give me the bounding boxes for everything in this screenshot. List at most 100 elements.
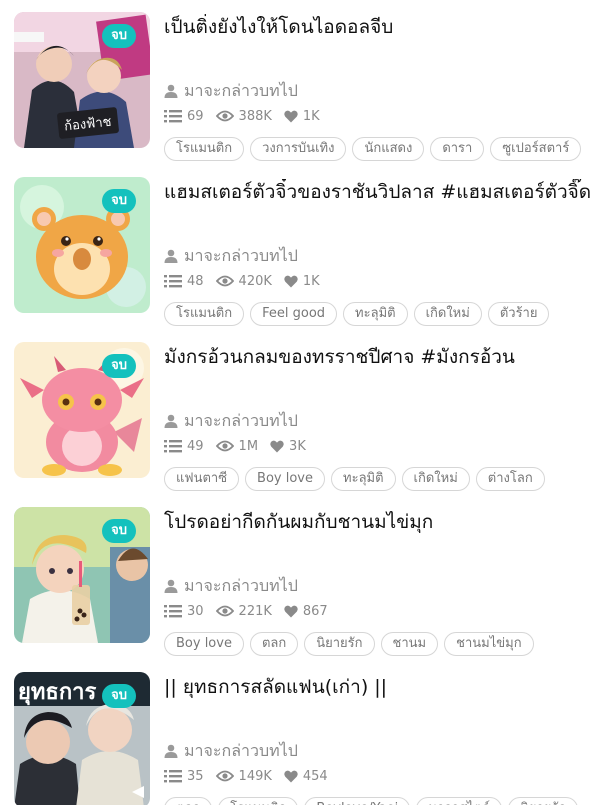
novel-title[interactable]: โปรดอย่ากีดกันผมกับชานมไข่มุก bbox=[164, 509, 604, 535]
tag-chip[interactable]: วงการบันเทิง bbox=[250, 137, 347, 161]
novel-stats: 30 221K 867 bbox=[164, 601, 340, 621]
tag-chip[interactable]: ตลก bbox=[249, 632, 299, 656]
tag-list: โรแมนติก Feel good ทะลุมิติ เกิดใหม่ ตัว… bbox=[164, 302, 555, 326]
novel-cover-image[interactable]: จบ bbox=[14, 342, 150, 478]
view-count: 149K bbox=[238, 768, 272, 784]
tag-chip[interactable]: โรแมนติก bbox=[164, 302, 245, 326]
tag-chip[interactable]: โรแมนติก bbox=[218, 797, 299, 805]
novel-stats: 69 388K 1K bbox=[164, 106, 332, 126]
tag-chip[interactable]: เกิดใหม่ bbox=[413, 302, 482, 326]
novel-author[interactable]: มาจะกล่าวบทไป bbox=[164, 575, 298, 597]
novel-title[interactable]: แฮมสเตอร์ตัวจิ๋วของราชันวิปลาส #แฮมสเตอร… bbox=[164, 179, 604, 205]
tag-list: โรแมนติก วงการบันเทิง นักแสดง ดารา ซูเปอ… bbox=[164, 137, 587, 161]
heart-icon bbox=[284, 770, 298, 782]
tag-chip[interactable]: Boy love bbox=[245, 467, 326, 491]
novel-title[interactable]: || ยุทธการสลัดแฟน(เก่า) || bbox=[164, 674, 604, 700]
chapter-count: 35 bbox=[187, 768, 204, 784]
like-count: 454 bbox=[302, 768, 328, 784]
novel-card[interactable]: ก้องฟ้าช จบ เป็นติ่งยังไงให้โดนไอดอลจีบ … bbox=[0, 12, 609, 162]
novel-author[interactable]: มาจะกล่าวบทไป bbox=[164, 245, 298, 267]
chapter-list-icon bbox=[164, 110, 182, 123]
completed-badge: จบ bbox=[102, 24, 136, 48]
novel-card[interactable]: จบ แฮมสเตอร์ตัวจิ๋วของราชันวิปลาส #แฮมสเ… bbox=[0, 177, 609, 327]
completed-badge: จบ bbox=[102, 519, 136, 543]
tag-chip[interactable]: Feel good bbox=[250, 302, 338, 326]
user-icon bbox=[164, 414, 178, 428]
like-count: 3K bbox=[289, 438, 306, 454]
user-icon bbox=[164, 744, 178, 758]
like-count: 867 bbox=[302, 603, 328, 619]
novel-cover-image[interactable]: จบ bbox=[14, 507, 150, 643]
chapter-list-icon bbox=[164, 440, 182, 453]
completed-badge: จบ bbox=[102, 684, 136, 708]
tag-chip[interactable]: Boy love bbox=[164, 632, 244, 656]
tag-chip[interactable]: แฟนตาซี bbox=[164, 467, 240, 491]
novel-card[interactable]: จบ มังกรอ้วนกลมของทรราชปีศาจ #มังกรอ้วน … bbox=[0, 342, 609, 492]
eye-icon bbox=[215, 440, 234, 452]
novel-title[interactable]: เป็นติ่งยังไงให้โดนไอดอลจีบ bbox=[164, 14, 604, 40]
user-icon bbox=[164, 84, 178, 98]
view-count: 388K bbox=[238, 108, 272, 124]
novel-cover-image[interactable]: จบ bbox=[14, 177, 150, 313]
tag-chip[interactable]: ทะลุมิติ bbox=[343, 302, 408, 326]
eye-icon bbox=[215, 275, 234, 287]
tag-chip[interactable]: Boylove/Yaoi bbox=[304, 797, 411, 805]
tag-chip[interactable]: ดารา bbox=[430, 137, 485, 161]
eye-icon bbox=[215, 605, 234, 617]
chapter-count: 30 bbox=[187, 603, 204, 619]
tag-chip[interactable]: ต่างโลก bbox=[475, 467, 545, 491]
tag-list: ตลก โรแมนติก Boylove/Yaoi นาวาสไตล์ นิยา… bbox=[164, 797, 584, 805]
novel-author[interactable]: มาจะกล่าวบทไป bbox=[164, 80, 298, 102]
novel-author[interactable]: มาจะกล่าวบทไป bbox=[164, 410, 298, 432]
chapter-count: 69 bbox=[187, 108, 204, 124]
chapter-count: 48 bbox=[187, 273, 204, 289]
tag-chip[interactable]: ซูเปอร์สตาร์ bbox=[490, 137, 582, 161]
novel-card[interactable]: จบ โปรดอย่ากีดกันผมกับชานมไข่มุก มาจะกล่… bbox=[0, 507, 609, 657]
novel-stats: 48 420K 1K bbox=[164, 271, 332, 291]
author-name: มาจะกล่าวบทไป bbox=[184, 410, 298, 430]
eye-icon bbox=[215, 110, 234, 122]
author-name: มาจะกล่าวบทไป bbox=[184, 740, 298, 760]
tag-chip[interactable]: นักแสดง bbox=[352, 137, 425, 161]
tag-chip[interactable]: ชานมไข่มุก bbox=[444, 632, 534, 656]
like-count: 1K bbox=[302, 108, 320, 124]
chapter-count: 49 bbox=[187, 438, 204, 454]
tag-chip[interactable]: ตลก bbox=[164, 797, 213, 805]
user-icon bbox=[164, 579, 178, 593]
author-name: มาจะกล่าวบทไป bbox=[184, 575, 298, 595]
chapter-list-icon bbox=[164, 605, 182, 618]
svg-text:ยุทธการ: ยุทธการ bbox=[18, 680, 96, 706]
heart-icon bbox=[284, 110, 298, 122]
tag-chip[interactable]: นาวาสไตล์ bbox=[416, 797, 502, 805]
tag-chip[interactable]: นิยายรัก bbox=[507, 797, 579, 805]
view-count: 221K bbox=[238, 603, 272, 619]
tag-chip[interactable]: ทะลุมิติ bbox=[331, 467, 396, 491]
completed-badge: จบ bbox=[102, 354, 136, 378]
chapter-list-icon bbox=[164, 770, 182, 783]
tag-chip[interactable]: ชานม bbox=[380, 632, 439, 656]
author-name: มาจะกล่าวบทไป bbox=[184, 245, 298, 265]
heart-icon bbox=[270, 440, 284, 452]
eye-icon bbox=[215, 770, 234, 782]
tag-chip[interactable]: ตัวร้าย bbox=[487, 302, 550, 326]
novel-author[interactable]: มาจะกล่าวบทไป bbox=[164, 740, 298, 762]
like-count: 1K bbox=[302, 273, 320, 289]
novel-title[interactable]: มังกรอ้วนกลมของทรราชปีศาจ #มังกรอ้วน bbox=[164, 344, 604, 370]
novel-stats: 49 1M 3K bbox=[164, 436, 318, 456]
user-icon bbox=[164, 249, 178, 263]
view-count: 1M bbox=[238, 438, 259, 454]
tag-chip[interactable]: โรแมนติก bbox=[164, 137, 245, 161]
completed-badge: จบ bbox=[102, 189, 136, 213]
novel-cover-image[interactable]: ก้องฟ้าช จบ bbox=[14, 12, 150, 148]
novel-card[interactable]: ยุทธการ จบ || ยุทธการสลัดแฟน(เก่า) || มา… bbox=[0, 672, 609, 805]
tag-chip[interactable]: นิยายรัก bbox=[304, 632, 375, 656]
tag-list: Boy love ตลก นิยายรัก ชานม ชานมไข่มุก bbox=[164, 632, 540, 656]
view-count: 420K bbox=[238, 273, 272, 289]
heart-icon bbox=[284, 605, 298, 617]
novel-stats: 35 149K 454 bbox=[164, 766, 340, 786]
novel-cover-image[interactable]: ยุทธการ จบ bbox=[14, 672, 150, 805]
author-name: มาจะกล่าวบทไป bbox=[184, 80, 298, 100]
heart-icon bbox=[284, 275, 298, 287]
tag-chip[interactable]: เกิดใหม่ bbox=[401, 467, 470, 491]
tag-list: แฟนตาซี Boy love ทะลุมิติ เกิดใหม่ ต่างโ… bbox=[164, 467, 551, 491]
